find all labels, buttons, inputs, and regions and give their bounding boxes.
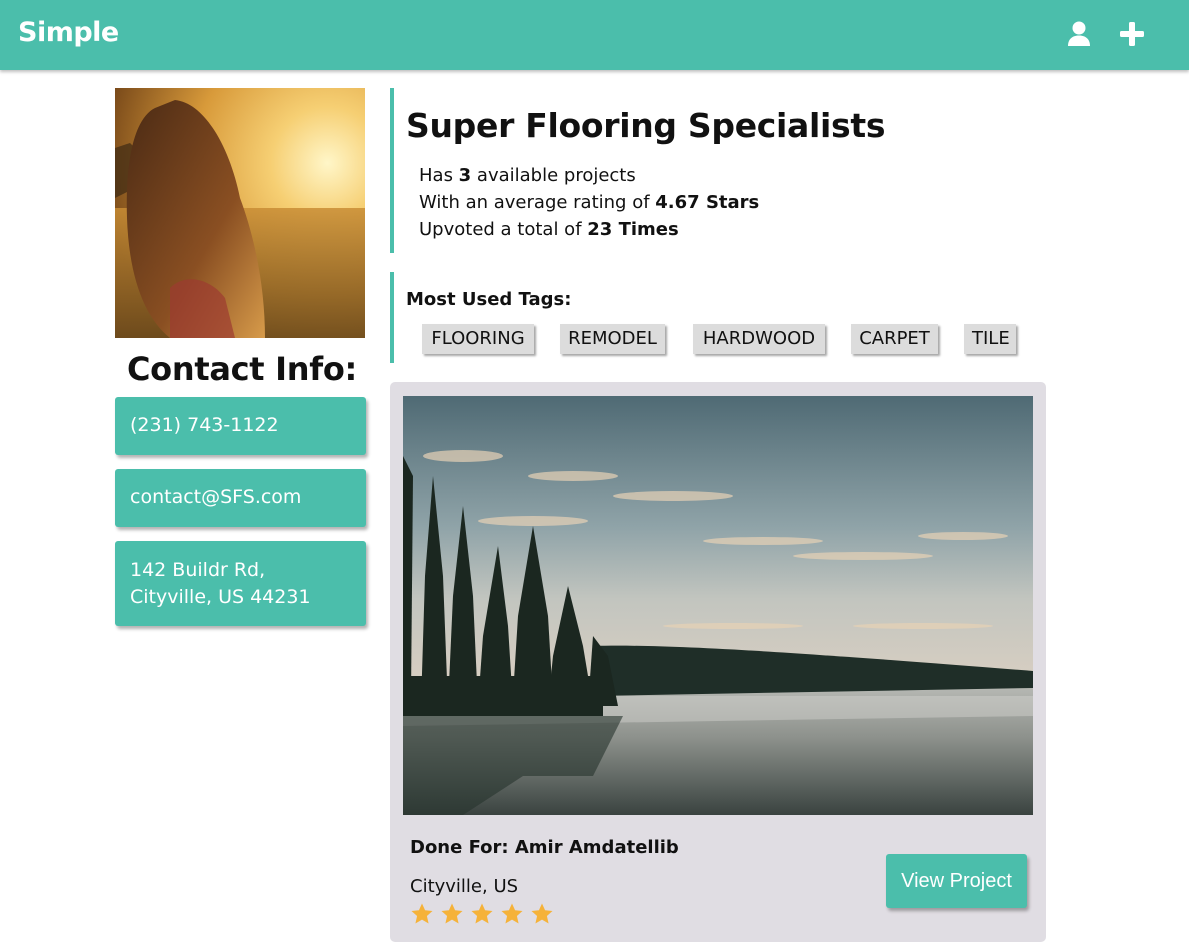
tag-flooring[interactable]: FLOORING [422,324,534,354]
tag-hardwood[interactable]: HARDWOOD [693,324,825,354]
navbar: Simple [0,0,1189,70]
contact-address[interactable]: 142 Buildr Rd, Cityville, US 44231 [115,541,366,626]
tags-section: Most Used Tags: FLOORING REMODEL HARDWOO… [390,272,1030,363]
upvotes-stat: Upvoted a total of 23 Times [419,216,759,243]
projects-prefix: Has [419,165,459,186]
project-photo[interactable] [403,396,1033,815]
upvotes-value: 23 Times [587,219,679,240]
contact-email[interactable]: contact@SFS.com [115,469,366,527]
rating-stat: With an average rating of 4.67 Stars [419,189,759,216]
company-name: Super Flooring Specialists [406,106,886,145]
profile-photo [115,88,365,338]
view-project-button[interactable]: View Project [886,854,1027,908]
rating-value: 4.67 Stars [655,192,760,213]
tag-carpet[interactable]: CARPET [851,324,938,354]
star-icon [531,903,553,924]
upvotes-prefix: Upvoted a total of [419,219,588,240]
contact-phone[interactable]: (231) 743-1122 [115,397,366,455]
projects-count: 3 [458,165,472,186]
project-location: Cityville, US [410,876,519,897]
star-icon [441,903,463,924]
star-icon [411,903,433,924]
plus-icon[interactable] [1117,19,1147,49]
projects-suffix: available projects [471,165,636,186]
star-icon [501,903,523,924]
star-icon [471,903,493,924]
project-client: Done For: Amir Amdatellib [410,837,679,858]
projects-stat: Has 3 available projects [419,162,759,189]
company-info: Super Flooring Specialists Has 3 availab… [390,88,990,253]
tag-remodel[interactable]: REMODEL [560,324,665,354]
tags-heading: Most Used Tags: [406,289,572,310]
project-rating [410,902,554,926]
contact-info-heading: Contact Info: [127,350,358,388]
project-card: Done For: Amir Amdatellib Cityville, US … [390,382,1046,942]
brand-logo[interactable]: Simple [18,17,119,48]
company-stats: Has 3 available projects With an average… [419,162,759,243]
rating-prefix: With an average rating of [419,192,656,213]
user-icon[interactable] [1064,19,1094,49]
tag-tile[interactable]: TILE [964,324,1016,354]
